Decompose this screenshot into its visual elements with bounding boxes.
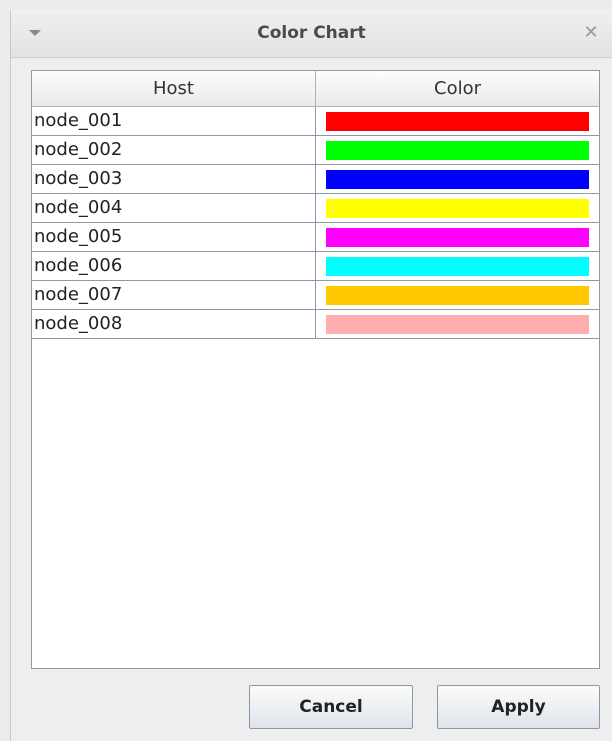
color-cell[interactable] (316, 281, 599, 309)
table-row[interactable]: node_003 (32, 165, 599, 194)
color-swatch[interactable] (326, 170, 589, 189)
color-chart-dialog: Color Chart ✕ Host Color node_001 node_0… (10, 10, 612, 741)
table-row[interactable]: node_008 (32, 310, 599, 339)
table-row[interactable]: node_006 (32, 252, 599, 281)
color-cell[interactable] (316, 136, 599, 164)
host-cell[interactable]: node_004 (32, 194, 316, 222)
host-cell[interactable]: node_005 (32, 223, 316, 251)
window-title: Color Chart (257, 23, 366, 43)
table-row[interactable]: node_002 (32, 136, 599, 165)
column-header-color[interactable]: Color (316, 71, 599, 106)
close-icon[interactable]: ✕ (580, 22, 602, 44)
host-cell[interactable]: node_008 (32, 310, 316, 338)
color-cell[interactable] (316, 310, 599, 338)
table-row[interactable]: node_007 (32, 281, 599, 310)
cancel-button[interactable]: Cancel (249, 685, 413, 729)
title-bar[interactable]: Color Chart ✕ (11, 10, 612, 58)
table-row[interactable]: node_001 (32, 107, 599, 136)
table-row[interactable]: node_004 (32, 194, 599, 223)
color-cell[interactable] (316, 252, 599, 280)
host-cell[interactable]: node_003 (32, 165, 316, 193)
table-row[interactable]: node_005 (32, 223, 599, 252)
color-swatch[interactable] (326, 112, 589, 131)
host-cell[interactable]: node_001 (32, 107, 316, 135)
color-swatch[interactable] (326, 199, 589, 218)
column-header-host[interactable]: Host (32, 71, 316, 106)
table-header: Host Color (32, 71, 599, 107)
color-cell[interactable] (316, 165, 599, 193)
color-swatch[interactable] (326, 286, 589, 305)
color-swatch[interactable] (326, 141, 589, 160)
color-cell[interactable] (316, 223, 599, 251)
host-cell[interactable]: node_002 (32, 136, 316, 164)
color-cell[interactable] (316, 107, 599, 135)
apply-button[interactable]: Apply (437, 685, 600, 729)
host-cell[interactable]: node_006 (32, 252, 316, 280)
color-table: Host Color node_001 node_002 node_003 no… (31, 70, 600, 669)
host-cell[interactable]: node_007 (32, 281, 316, 309)
color-swatch[interactable] (326, 228, 589, 247)
color-swatch[interactable] (326, 315, 589, 334)
color-swatch[interactable] (326, 257, 589, 276)
color-cell[interactable] (316, 194, 599, 222)
